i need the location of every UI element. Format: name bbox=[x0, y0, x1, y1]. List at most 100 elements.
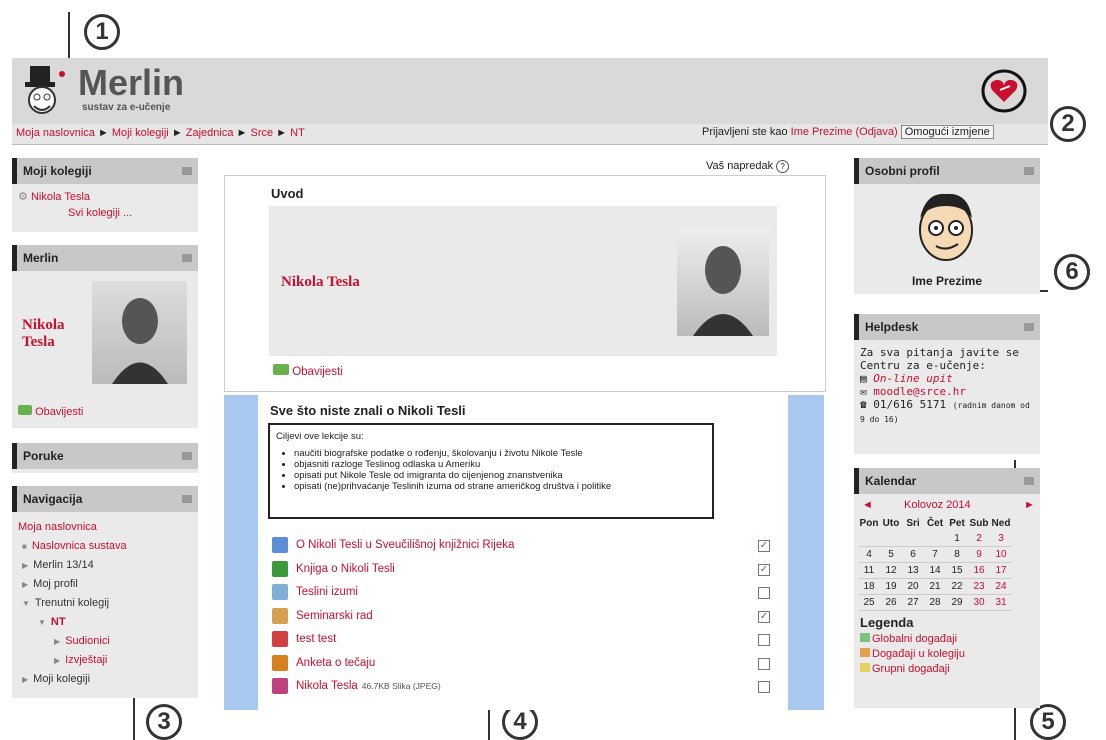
nav-item[interactable]: ▶ Moj profil bbox=[18, 575, 198, 594]
help-icon[interactable]: ? bbox=[776, 160, 790, 173]
activity-link[interactable]: Teslini izumi bbox=[296, 586, 358, 598]
activity-link[interactable]: Nikola Tesla bbox=[296, 680, 358, 692]
calendar-day[interactable]: 31 bbox=[990, 594, 1012, 611]
calendar-next-arrow-icon[interactable]: ► bbox=[1024, 499, 1035, 511]
all-courses-link[interactable]: Svi kolegiji ... bbox=[68, 207, 192, 219]
merlin-news-link[interactable]: Obavijesti bbox=[35, 406, 83, 418]
breadcrumb-nt[interactable]: NT bbox=[290, 127, 305, 139]
calendar-day[interactable]: 29 bbox=[946, 594, 968, 611]
calendar-day[interactable]: 28 bbox=[924, 594, 946, 611]
nav-item-label: Moji kolegiji bbox=[33, 673, 91, 685]
collapse-icon[interactable] bbox=[182, 495, 192, 503]
legend-label[interactable]: Grupni događaji bbox=[872, 663, 950, 675]
activity-row[interactable]: O Nikoli Tesli u Sveučilišnoj knjižnici … bbox=[272, 537, 514, 553]
calendar-day[interactable]: 19 bbox=[880, 578, 902, 595]
legend-label[interactable]: Događaji u kolegiju bbox=[872, 648, 965, 660]
calendar-prev-arrow-icon[interactable]: ◄ bbox=[862, 499, 873, 511]
activity-link[interactable]: Knjiga o Nikoli Tesli bbox=[296, 563, 395, 575]
online-request-link[interactable]: On-line upit bbox=[873, 372, 952, 385]
calendar-day[interactable]: 7 bbox=[924, 546, 946, 563]
profile-title: Osobni profil bbox=[865, 164, 940, 178]
breadcrumb-home[interactable]: Moja naslovnica bbox=[16, 127, 95, 139]
calendar-day[interactable]: 18 bbox=[858, 578, 880, 595]
activity-row[interactable]: Seminarski rad bbox=[272, 607, 373, 624]
nav-item[interactable]: ▼ NT bbox=[18, 613, 198, 632]
nav-item[interactable]: ▶ Moji kolegiji bbox=[18, 670, 198, 689]
course-link-nikola-tesla[interactable]: Nikola Tesla bbox=[31, 191, 90, 203]
calendar-day[interactable]: 23 bbox=[968, 578, 990, 595]
breadcrumb-srce[interactable]: Srce bbox=[250, 127, 273, 139]
document-icon: ▤ bbox=[860, 372, 867, 385]
enable-edit-button[interactable]: Omogući izmjene bbox=[900, 125, 994, 139]
activity-row[interactable]: Knjiga o Nikoli Tesli bbox=[272, 560, 395, 577]
completion-checkbox[interactable] bbox=[758, 657, 770, 670]
calendar-day[interactable]: 26 bbox=[880, 594, 902, 611]
activity-link[interactable]: O Nikoli Tesli u Sveučilišnoj knjižnici … bbox=[296, 539, 514, 551]
calendar-day[interactable]: 6 bbox=[902, 546, 924, 563]
calendar-day[interactable]: 13 bbox=[902, 562, 924, 579]
calendar-day[interactable]: 20 bbox=[902, 578, 924, 595]
calendar-day[interactable]: 15 bbox=[946, 562, 968, 579]
activity-link[interactable]: Anketa o tečaju bbox=[296, 657, 375, 669]
calendar-day[interactable]: 11 bbox=[858, 562, 880, 579]
email-link[interactable]: moodle@srce.hr bbox=[873, 385, 966, 398]
collapse-icon[interactable] bbox=[1024, 167, 1034, 175]
breadcrumb-my-courses[interactable]: Moji kolegiji bbox=[112, 127, 169, 139]
calendar-day[interactable]: 14 bbox=[924, 562, 946, 579]
calendar-day[interactable]: 8 bbox=[946, 546, 968, 563]
navigation-header: Navigacija bbox=[12, 486, 198, 512]
calendar-day[interactable]: 4 bbox=[858, 546, 880, 563]
calendar-day bbox=[880, 531, 902, 547]
completion-checkbox[interactable] bbox=[758, 587, 770, 599]
calendar-month[interactable]: Kolovoz 2014 bbox=[904, 499, 971, 511]
activity-row[interactable]: Anketa o tečaju bbox=[272, 654, 375, 671]
activity-link[interactable]: test test bbox=[296, 633, 336, 645]
heart-logo-icon[interactable] bbox=[980, 68, 1028, 114]
calendar-day[interactable]: 25 bbox=[858, 594, 880, 611]
nav-item[interactable]: ▼ Trenutni kolegij bbox=[18, 594, 198, 613]
calendar-day[interactable]: 22 bbox=[946, 578, 968, 595]
calendar-day[interactable]: 12 bbox=[880, 562, 902, 579]
nav-item[interactable]: ▶ Merlin 13/14 bbox=[18, 556, 198, 575]
breadcrumb-community[interactable]: Zajednica bbox=[186, 127, 234, 139]
calendar-day[interactable]: 3 bbox=[990, 531, 1012, 547]
calendar-day[interactable]: 9 bbox=[968, 546, 990, 563]
intro-news-link[interactable]: Obavijesti bbox=[292, 366, 343, 378]
collapse-icon[interactable] bbox=[1024, 477, 1034, 485]
calendar-day[interactable]: 10 bbox=[990, 546, 1012, 563]
nav-item[interactable]: ▶ Izvještaji bbox=[18, 651, 198, 670]
login-user-link[interactable]: Ime Prezime bbox=[791, 126, 853, 138]
completion-checkbox[interactable] bbox=[758, 634, 770, 646]
logout-link[interactable]: (Odjava) bbox=[855, 126, 897, 138]
activity-row[interactable]: Teslini izumi bbox=[272, 584, 358, 600]
calendar-day[interactable]: 24 bbox=[990, 578, 1012, 595]
calendar-day[interactable]: 17 bbox=[990, 562, 1012, 579]
calendar-day[interactable]: 1 bbox=[946, 531, 968, 547]
collapse-icon[interactable] bbox=[182, 167, 192, 175]
activity-row[interactable]: Nikola Tesla 46.7KB Slika (JPEG) bbox=[272, 678, 441, 694]
activity-link[interactable]: Seminarski rad bbox=[296, 610, 373, 622]
collapse-icon[interactable] bbox=[1024, 323, 1034, 331]
nav-home-link[interactable]: Moja naslovnica bbox=[18, 518, 198, 537]
nav-item[interactable]: ■ Naslovnica sustava bbox=[18, 537, 198, 556]
activity-row[interactable]: test test bbox=[272, 631, 336, 647]
wizard-logo-icon[interactable] bbox=[20, 64, 72, 118]
completion-checkbox[interactable]: ✓ bbox=[758, 563, 770, 576]
avatar[interactable] bbox=[906, 188, 986, 266]
activity-icon bbox=[272, 560, 288, 577]
breadcrumb-separator-icon: ► bbox=[171, 127, 186, 139]
nav-item[interactable]: ▶ Sudionici bbox=[18, 632, 198, 651]
calendar-day[interactable]: 16 bbox=[968, 562, 990, 579]
collapse-icon[interactable] bbox=[182, 452, 192, 460]
calendar-day[interactable]: 27 bbox=[902, 594, 924, 611]
profile-name[interactable]: Ime Prezime bbox=[854, 274, 1040, 288]
legend-label[interactable]: Globalni događaji bbox=[872, 633, 957, 645]
calendar-day[interactable]: 5 bbox=[880, 546, 902, 563]
calendar-day[interactable]: 30 bbox=[968, 594, 990, 611]
completion-checkbox[interactable]: ✓ bbox=[758, 610, 770, 623]
calendar-day[interactable]: 21 bbox=[924, 578, 946, 595]
calendar-day[interactable]: 2 bbox=[968, 531, 990, 547]
collapse-icon[interactable] bbox=[182, 254, 192, 262]
completion-checkbox[interactable]: ✓ bbox=[758, 540, 770, 552]
completion-checkbox[interactable] bbox=[758, 681, 770, 693]
